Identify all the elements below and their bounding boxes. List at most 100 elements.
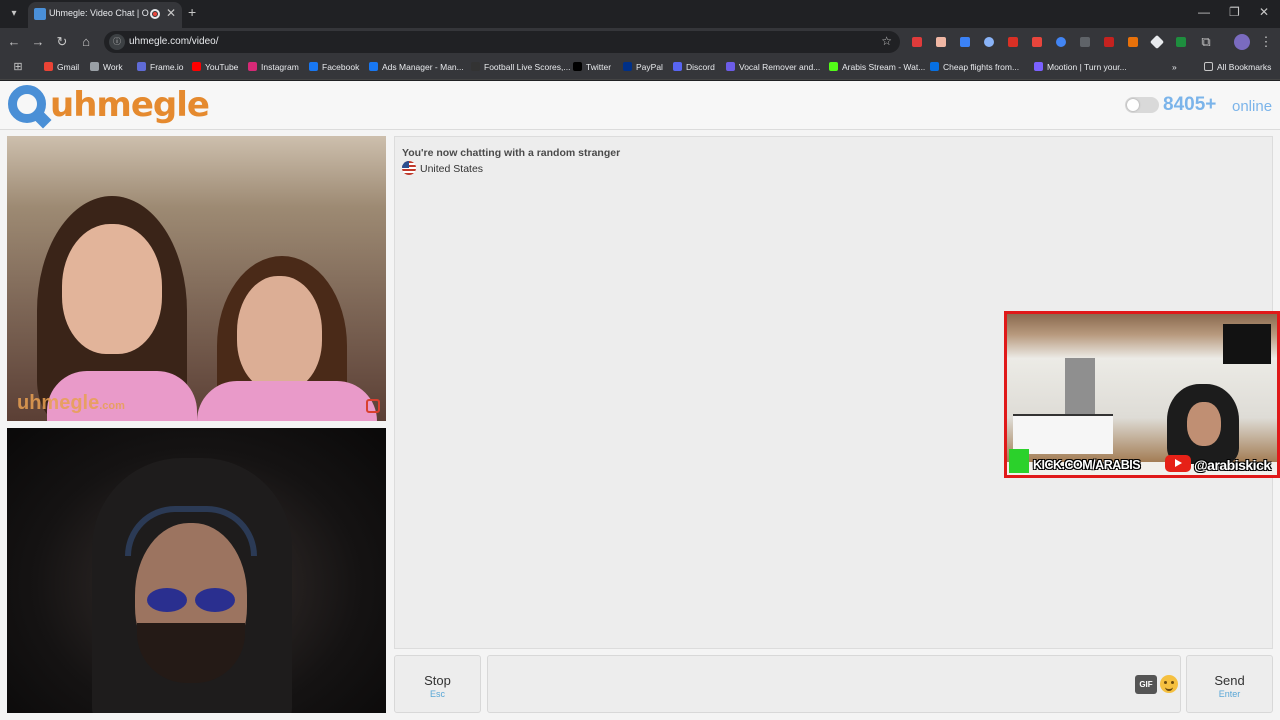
bookmark-item[interactable]: Work [90, 62, 123, 72]
online-label: online [1232, 98, 1273, 115]
extension-icon[interactable] [936, 37, 946, 47]
stop-label: Stop [424, 673, 451, 688]
toggle-knob [1127, 99, 1139, 111]
bookmark-item[interactable]: YouTube [192, 62, 238, 72]
emoji-icon[interactable] [1160, 675, 1178, 693]
youtube-icon [1165, 455, 1191, 472]
site-header: uhmegle 8405+ online [0, 81, 1280, 130]
bookmark-item[interactable]: Mootion | Turn your... [1034, 62, 1127, 72]
bookmark-label: YouTube [205, 62, 239, 72]
page: uhmegle 8405+ online uhmegle.com You're … [0, 81, 1280, 720]
bookmark-label: Vocal Remover and... [739, 62, 821, 72]
home-icon[interactable]: ⌂ [78, 34, 94, 49]
apps-icon[interactable]: ⊞ [10, 60, 26, 73]
send-button[interactable]: Send Enter [1186, 655, 1273, 713]
kick-icon [1009, 449, 1029, 473]
uhmegle-favicon-icon [34, 8, 46, 20]
new-tab-icon[interactable]: + [188, 4, 196, 20]
extension-icon[interactable] [1056, 37, 1066, 47]
restore-icon[interactable]: ❐ [1229, 5, 1240, 19]
bookmark-favicon-icon [829, 62, 838, 71]
site-info-icon[interactable]: ⓘ [109, 34, 125, 50]
extension-icon[interactable] [1128, 37, 1138, 47]
bookmark-favicon-icon [309, 62, 318, 71]
extension-icon[interactable] [984, 37, 994, 47]
extension-icon[interactable] [1008, 37, 1018, 47]
bookmark-label: PayPal [636, 62, 663, 72]
stop-button[interactable]: Stop Esc [394, 655, 481, 713]
bookmark-favicon-icon [623, 62, 632, 71]
url-text[interactable]: uhmegle.com/video/ [129, 36, 219, 47]
bookmark-favicon-icon [1034, 62, 1043, 71]
extension-icon[interactable] [1032, 37, 1042, 47]
extension-icon[interactable] [1149, 34, 1165, 50]
bookmark-item[interactable]: Instagram [248, 62, 299, 72]
bookmark-label: Cheap flights from... [943, 62, 1020, 72]
bookmark-favicon-icon [471, 62, 480, 71]
minimize-icon[interactable]: — [1198, 5, 1210, 19]
bookmark-item[interactable]: Cheap flights from... [930, 62, 1019, 72]
overlay-socials: KICK.COM/ARABIS @arabiskick [1007, 449, 1277, 475]
bookmark-favicon-icon [369, 62, 378, 71]
bookmark-item[interactable]: Frame.io [137, 62, 184, 72]
tv [1223, 324, 1271, 364]
bookmark-item[interactable]: Facebook [309, 62, 359, 72]
bookmark-item[interactable]: Gmail [44, 62, 79, 72]
uhmegle-logo-icon[interactable] [8, 85, 46, 123]
sunglasses-lens [195, 588, 235, 612]
extensions-icon[interactable]: ⧉ [1198, 34, 1214, 50]
tab-search-icon[interactable]: ▾ [6, 6, 22, 22]
bookmark-label: Ads Manager - Man... [382, 62, 464, 72]
bookmark-item[interactable]: Discord [673, 62, 715, 72]
bookmark-item[interactable]: Twitter [573, 62, 611, 72]
address-bar[interactable]: ⓘ uhmegle.com/video/ ☆ [104, 31, 900, 53]
stop-shortcut: Esc [429, 689, 445, 699]
close-window-icon[interactable]: ✕ [1259, 5, 1269, 19]
bookmark-label: Twitter [586, 62, 612, 72]
face [62, 224, 162, 354]
more-bookmarks-icon[interactable]: » [1172, 62, 1177, 72]
barn-door [1065, 358, 1095, 418]
send-label: Send [1214, 673, 1245, 688]
reload-icon[interactable]: ↻ [54, 34, 70, 50]
close-tab-icon[interactable]: ✕ [166, 6, 176, 20]
message-input[interactable]: GIF [487, 655, 1181, 713]
stranger-country: United States [402, 161, 483, 175]
extension-icon[interactable] [1176, 37, 1186, 47]
extension-icon[interactable] [912, 37, 922, 47]
gif-button[interactable]: GIF [1135, 675, 1157, 694]
logo-text[interactable]: uhmegle [50, 85, 210, 125]
back-icon[interactable]: ← [6, 34, 22, 49]
profile-avatar[interactable] [1234, 34, 1250, 50]
bookmark-item[interactable]: PayPal [623, 62, 663, 72]
us-flag-icon [402, 161, 416, 175]
bookmark-item[interactable]: Ads Manager - Man... [369, 62, 464, 72]
bookmark-item[interactable]: Football Live Scores,... [471, 62, 570, 72]
bookmark-favicon-icon [726, 62, 735, 71]
bookmark-label: Instagram [261, 62, 299, 72]
report-icon[interactable] [366, 399, 380, 413]
bookmark-label: Work [103, 62, 123, 72]
bookmark-item[interactable]: Vocal Remover and... [726, 62, 820, 72]
extension-icon[interactable] [960, 37, 970, 47]
bookmark-label: Arabis Stream - Wat... [842, 62, 926, 72]
all-bookmarks[interactable]: All Bookmarks [1204, 62, 1271, 72]
forward-icon[interactable]: → [30, 34, 46, 49]
star-icon[interactable]: ☆ [881, 34, 892, 48]
kick-handle: KICK.COM/ARABIS [1033, 458, 1141, 472]
browser-tab-bar: ▾ Uhmegle: Video Chat | Omegle ✕ + — ❐ ✕ [0, 0, 1280, 28]
face [237, 276, 322, 391]
bookmark-label: Facebook [322, 62, 360, 72]
bookmark-favicon-icon [930, 62, 939, 71]
extension-icon[interactable] [1080, 37, 1090, 47]
menu-icon[interactable]: ⋮ [1258, 34, 1274, 50]
bookmark-item[interactable]: Arabis Stream - Wat... [829, 62, 925, 72]
recording-icon [150, 9, 160, 19]
extension-icon[interactable] [1104, 37, 1114, 47]
browser-toolbar: ← → ↻ ⌂ ⓘ uhmegle.com/video/ ☆ ⧉ ⋮ [0, 28, 1280, 56]
send-shortcut: Enter [1218, 689, 1241, 699]
browser-tab[interactable]: Uhmegle: Video Chat | Omegle ✕ [28, 2, 182, 28]
bookmark-favicon-icon [90, 62, 99, 71]
theme-toggle[interactable] [1125, 97, 1159, 113]
uhmegle-watermark: uhmegle.com [17, 392, 125, 415]
